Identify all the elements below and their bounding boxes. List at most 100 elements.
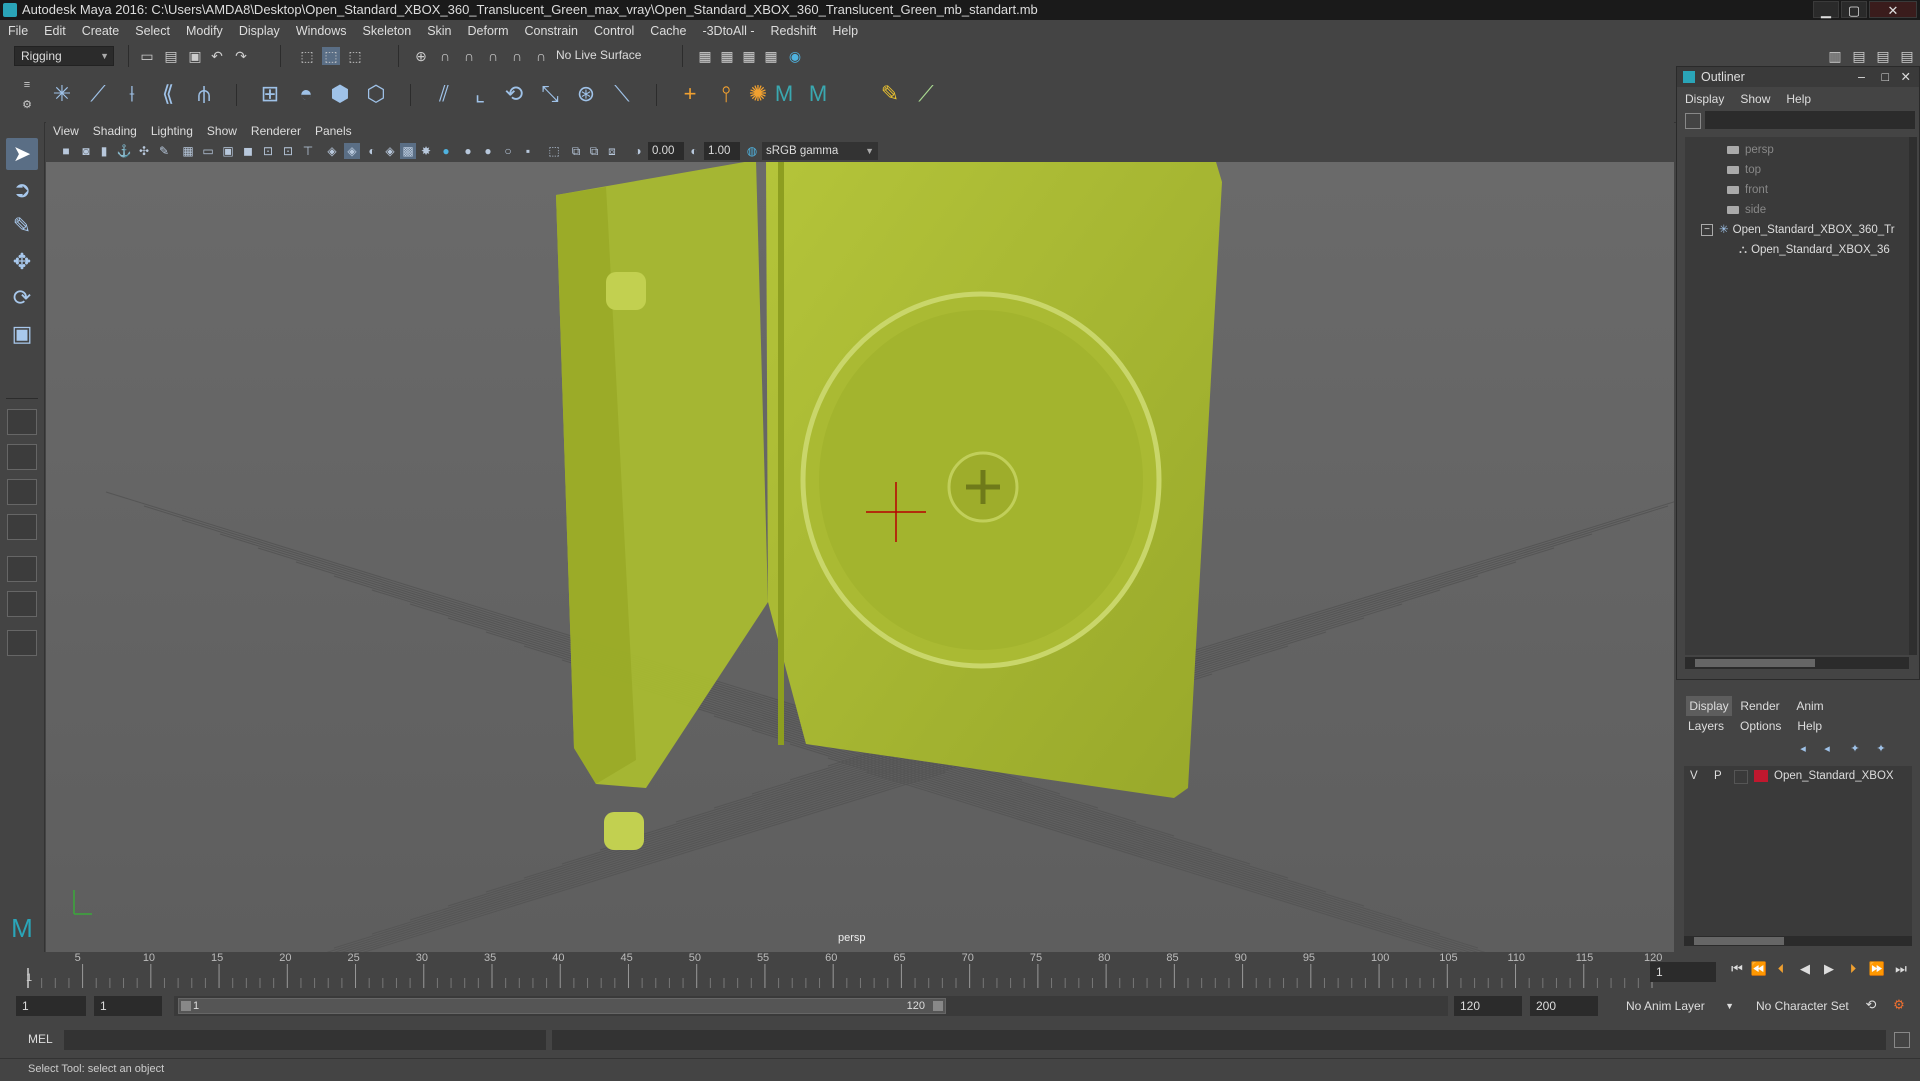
lasso-tool-icon[interactable]: ➲ [6, 174, 38, 206]
joint-orient-icon[interactable]: ⫯ [712, 80, 740, 108]
minimize-icon[interactable]: – [1858, 67, 1865, 87]
maya-hik-icon[interactable]: M [770, 80, 798, 108]
menu-3dtoall[interactable]: -3DtoAll - [694, 20, 762, 42]
gamma-icon[interactable]: ◐ [686, 143, 702, 159]
outliner-item-front[interactable]: front [1727, 180, 1768, 200]
render-frame-icon[interactable]: ▦ [696, 47, 714, 65]
use-default-material-icon[interactable]: ◐ [364, 143, 380, 159]
exposure-icon[interactable]: ◑ [630, 143, 646, 159]
parent-constraint-icon[interactable]: ⫽ [430, 80, 458, 108]
paint-select-tool-icon[interactable]: ✎ [6, 210, 38, 242]
snap-grid-icon[interactable]: ⊕ [412, 47, 430, 65]
outliner-item-persp[interactable]: persp [1727, 140, 1774, 160]
snap-view-icon[interactable]: ∩ [484, 47, 502, 65]
layer-name[interactable]: Open_Standard_XBOX [1774, 766, 1894, 786]
panel-menu-panels[interactable]: Panels [308, 122, 359, 140]
panel-menu-renderer[interactable]: Renderer [244, 122, 308, 140]
outliner-search-input[interactable] [1705, 111, 1915, 129]
select-object-icon[interactable]: ⬚ [322, 47, 340, 65]
layer-color-swatch[interactable] [1754, 770, 1768, 782]
menu-display[interactable]: Display [231, 20, 288, 42]
bookmark-icon[interactable]: ▮ [96, 143, 112, 159]
scroll-thumb[interactable] [1694, 937, 1784, 945]
xray-icon[interactable]: ⧉ [568, 143, 584, 159]
lattice-icon[interactable]: ⬢ [326, 80, 354, 108]
ik-handle-icon[interactable]: ⟋ [84, 80, 112, 108]
scale-constraint-icon[interactable]: ⤡ [536, 80, 564, 108]
resolution-gate-icon[interactable]: ▣ [220, 143, 236, 159]
new-scene-icon[interactable]: ▭ [138, 47, 156, 65]
shadows-icon[interactable]: ● [438, 143, 454, 159]
save-scene-icon[interactable]: ▣ [186, 47, 204, 65]
menu-edit[interactable]: Edit [36, 20, 74, 42]
select-component-icon[interactable]: ⬚ [346, 47, 364, 65]
menu-skin[interactable]: Skin [419, 20, 459, 42]
xray-joints-icon[interactable]: ⧉ [586, 143, 602, 159]
panel-menu-shading[interactable]: Shading [86, 122, 144, 140]
layer-menu-help[interactable]: Help [1789, 716, 1830, 736]
preferences-icon[interactable]: ⚙ [1890, 996, 1908, 1014]
smooth-shade-icon[interactable]: ◈ [344, 143, 360, 159]
menu-skeleton[interactable]: Skeleton [355, 20, 420, 42]
menu-modify[interactable]: Modify [178, 20, 231, 42]
live-surface-field[interactable]: No Live Surface [550, 46, 656, 66]
gamma-field[interactable]: 1.00 [704, 142, 740, 160]
tool-settings-icon[interactable]: ▤ [1898, 47, 1916, 65]
outliner-vscrollbar[interactable] [1909, 137, 1917, 655]
menu-windows[interactable]: Windows [288, 20, 355, 42]
new-layer-selected-icon[interactable]: ✦ [1872, 740, 1890, 758]
menu-create[interactable]: Create [74, 20, 128, 42]
channel-box-icon[interactable]: ▤ [1850, 47, 1868, 65]
screen-space-ao-icon[interactable]: ● [460, 143, 476, 159]
layer-menu-layers[interactable]: Layers [1680, 716, 1732, 736]
custom-layout-button[interactable] [7, 630, 37, 656]
range-bar[interactable]: 1 120 [178, 998, 946, 1014]
menu-file[interactable]: File [0, 20, 36, 42]
persp-outliner-layout-button[interactable] [7, 479, 37, 505]
character-set-dropdown[interactable]: No Character Set [1750, 996, 1868, 1016]
hypershade-icon[interactable]: ▦ [762, 47, 780, 65]
menu-redshift[interactable]: Redshift [763, 20, 825, 42]
maximize-button[interactable]: ▢ [1841, 1, 1867, 18]
menu-select[interactable]: Select [127, 20, 178, 42]
time-slider[interactable]: 1 5 10 15 20 25 30 35 40 45 50 55 60 65 70 75 80 85 90 95 1… [0, 952, 1920, 992]
redo-icon[interactable]: ↷ [232, 47, 250, 65]
two-d-pan-icon[interactable]: ✣ [136, 143, 152, 159]
panel-menu-lighting[interactable]: Lighting [144, 122, 200, 140]
move-layer-down-icon[interactable]: ◂ [1818, 740, 1836, 758]
render-ipr-icon[interactable]: ▦ [718, 47, 736, 65]
menu-control[interactable]: Control [586, 20, 642, 42]
step-forward-frame-icon[interactable]: ⏵ [1844, 960, 1862, 978]
open-scene-icon[interactable]: ▤ [162, 47, 180, 65]
exposure-field[interactable]: 0.00 [648, 142, 684, 160]
layer-visibility-toggle[interactable]: V [1690, 766, 1698, 786]
attribute-editor-icon[interactable]: ▤ [1874, 47, 1892, 65]
step-forward-key-icon[interactable]: ⏩ [1868, 960, 1886, 978]
move-layer-up-icon[interactable]: ◂ [1794, 740, 1812, 758]
select-hierarchy-icon[interactable]: ⬚ [298, 47, 316, 65]
scroll-thumb[interactable] [1695, 659, 1815, 667]
collapse-icon[interactable]: − [1701, 223, 1713, 236]
outliner-hscrollbar[interactable] [1685, 657, 1909, 669]
single-perspective-layout-button[interactable] [7, 409, 37, 435]
playback-end-field[interactable]: 120 [1454, 996, 1522, 1016]
go-to-end-icon[interactable]: ⏭ [1892, 960, 1910, 978]
view-transform-dropdown[interactable]: sRGB gamma ▼ [762, 142, 878, 160]
end-time-field[interactable]: 200 [1530, 996, 1598, 1016]
playback-start-field[interactable]: 1 [94, 996, 162, 1016]
joint-tool-icon[interactable]: ✳ [48, 80, 76, 108]
color-management-icon[interactable]: ◍ [744, 143, 760, 159]
play-forward-icon[interactable]: ▶ [1820, 960, 1838, 978]
persp-hypershade-layout-button[interactable] [7, 556, 37, 582]
scale-tool-icon[interactable]: ▣ [6, 318, 38, 350]
outliner-item-mesh[interactable]: ⛬ Open_Standard_XBOX_36 [1739, 240, 1909, 260]
paint-skin-icon[interactable]: ⟋ [912, 80, 940, 108]
layer-row[interactable]: V P Open_Standard_XBOX [1684, 766, 1912, 786]
shelf-menu-icon[interactable]: ≡ [18, 76, 36, 94]
new-layer-icon[interactable]: ✦ [1846, 740, 1864, 758]
panel-menu-show[interactable]: Show [200, 122, 244, 140]
perspective-viewport[interactable]: persp [46, 162, 1674, 952]
film-gate-icon[interactable]: ▭ [200, 143, 216, 159]
render-settings-icon[interactable]: ▦ [740, 47, 758, 65]
anim-layer-dropdown[interactable]: No Anim Layer ▼ [1620, 996, 1738, 1016]
